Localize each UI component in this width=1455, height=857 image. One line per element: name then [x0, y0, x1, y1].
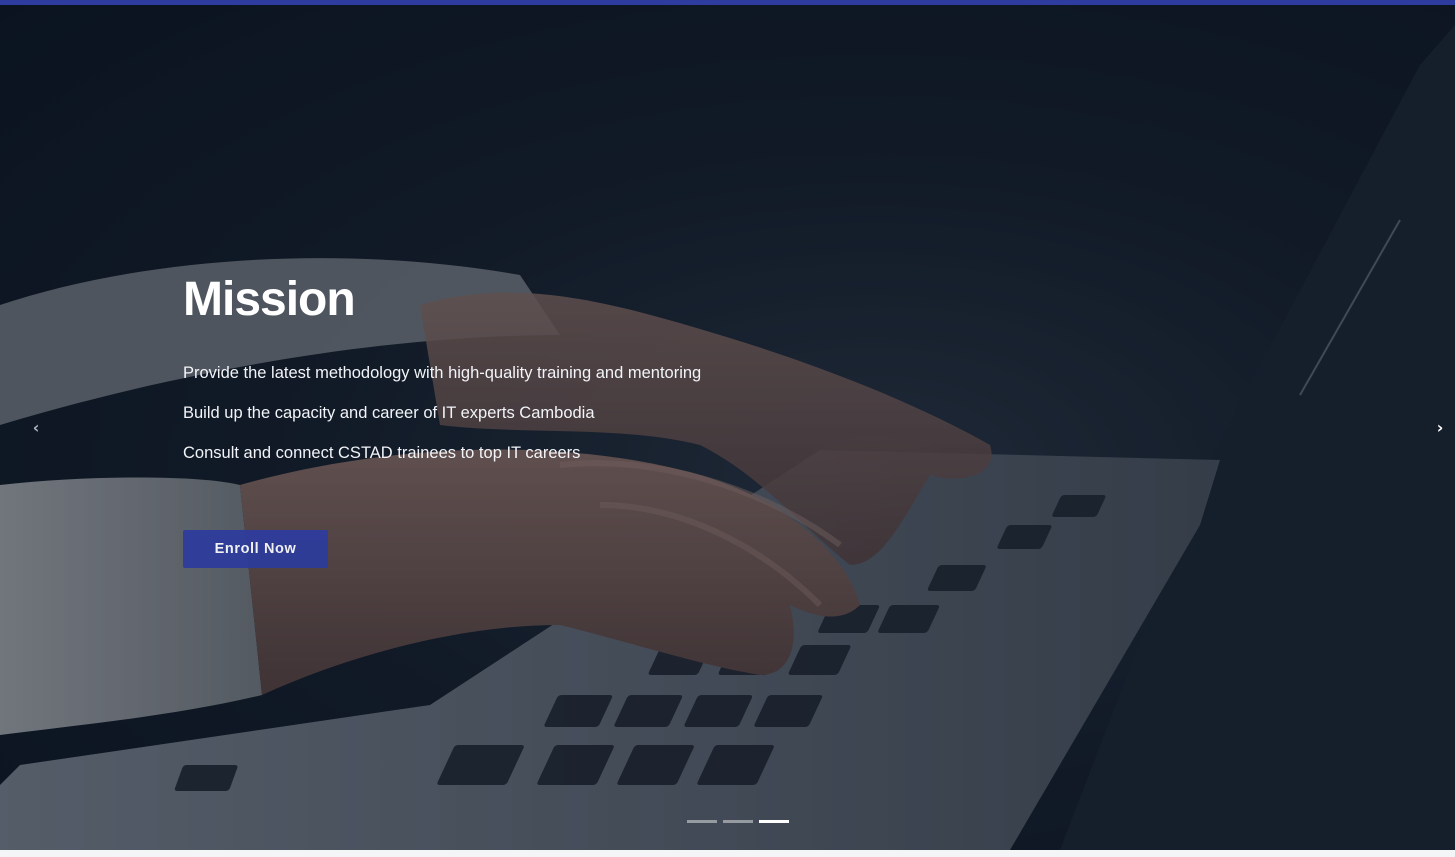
chevron-right-icon[interactable]: › [1430, 417, 1450, 439]
page: Mission Provide the latest methodology w… [0, 0, 1455, 857]
chevron-left-icon[interactable]: ‹ [26, 417, 46, 439]
page-bottom-strip [0, 850, 1455, 857]
carousel-indicators [687, 820, 789, 824]
slide-title: Mission [183, 273, 356, 326]
enroll-now-button[interactable]: Enroll Now [183, 530, 328, 568]
carousel-indicator-1[interactable] [687, 820, 717, 823]
carousel-indicator-2[interactable] [723, 820, 753, 823]
mission-line-3: Consult and connect CSTAD trainees to to… [183, 444, 581, 462]
carousel-indicator-3[interactable] [759, 820, 789, 823]
top-accent-bar [0, 0, 1455, 5]
slide-caption: Mission Provide the latest methodology w… [183, 272, 883, 482]
mission-line-1: Provide the latest methodology with high… [183, 364, 702, 382]
mission-line-2: Build up the capacity and career of IT e… [183, 404, 595, 422]
